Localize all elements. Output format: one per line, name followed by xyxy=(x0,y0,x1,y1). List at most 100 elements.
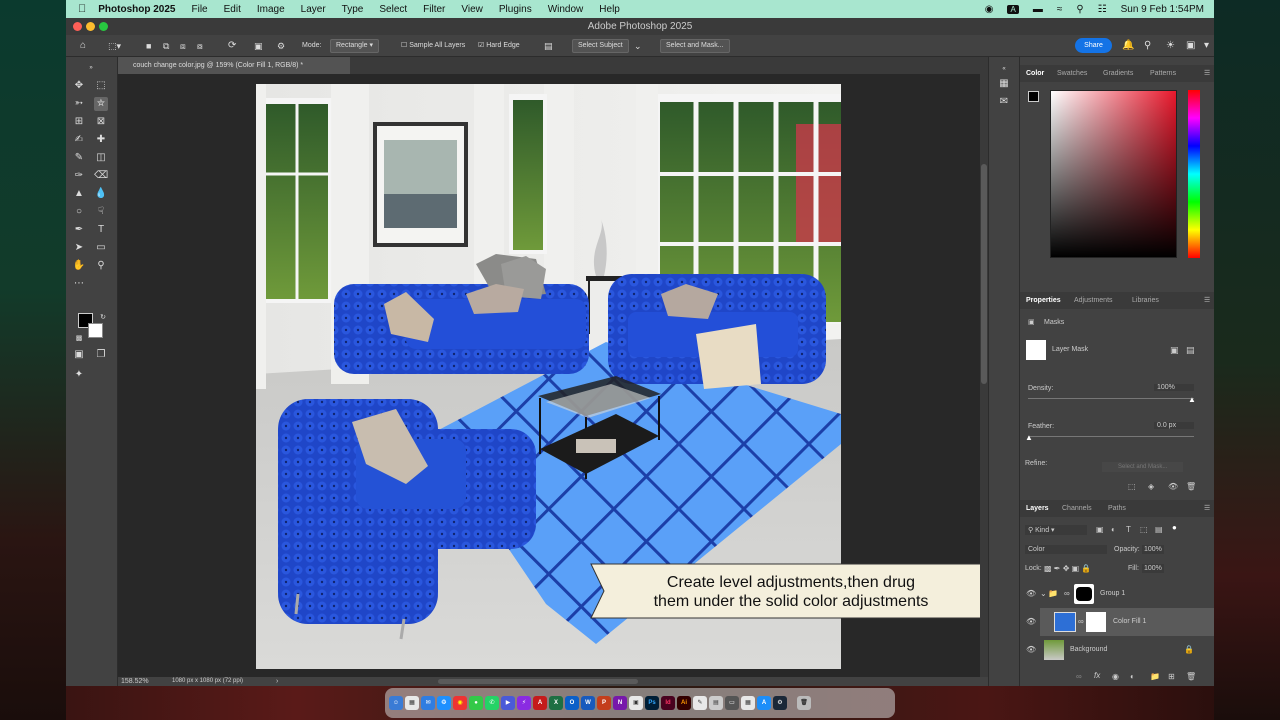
hue-slider[interactable] xyxy=(1188,90,1200,258)
calendar-icon[interactable]: ▦ xyxy=(741,696,755,710)
properties-menu-icon[interactable]: ☰ xyxy=(1204,292,1210,309)
filter-type-icon[interactable]: T xyxy=(1126,525,1131,534)
layer-row-color-fill-1[interactable]: 👁 ∞ Color Fill 1 xyxy=(1026,608,1214,636)
object-selection-tool-icon[interactable]: ✮ xyxy=(94,97,108,111)
type-tool-icon[interactable]: T xyxy=(94,223,108,237)
brush-tool-icon[interactable]: ✎ xyxy=(72,151,86,165)
panel-menu-icon[interactable]: ☰ xyxy=(1204,65,1210,82)
mail-icon[interactable]: ✉ xyxy=(421,696,435,710)
link-layers-icon[interactable]: ∞ xyxy=(1076,672,1082,681)
density-slider[interactable] xyxy=(1028,398,1194,399)
mask-link-icon[interactable]: ▤ xyxy=(1186,345,1195,356)
menu-file[interactable]: File xyxy=(192,4,208,15)
new-adjustment-layer-icon[interactable]: ◐ xyxy=(1130,672,1135,681)
tab-color[interactable]: Color xyxy=(1026,65,1044,82)
select-and-mask-button[interactable]: Select and Mask... xyxy=(660,39,730,53)
trash-icon[interactable]: 🗑 xyxy=(797,696,811,710)
menu-view[interactable]: View xyxy=(461,4,483,15)
generative-icon[interactable]: ✦ xyxy=(72,368,86,382)
smudge-tool-icon[interactable]: ☟ xyxy=(94,205,108,219)
discover-icon[interactable]: ☀ xyxy=(1166,35,1175,57)
tab-adjustments[interactable]: Adjustments xyxy=(1074,292,1113,309)
options-icon[interactable]: ▤ xyxy=(544,35,553,57)
chevron-down-icon[interactable]: ⌄ xyxy=(634,35,642,57)
color-fg-swatch[interactable] xyxy=(1028,91,1039,102)
app-store-icon[interactable]: A xyxy=(757,696,771,710)
delete-layer-icon[interactable]: 🗑 xyxy=(1186,672,1196,681)
zoom-window-button[interactable] xyxy=(99,22,108,31)
crop-tool-icon[interactable]: ⊞ xyxy=(72,115,86,129)
density-handle[interactable]: ▲ xyxy=(1188,395,1196,404)
preview-icon[interactable]: ▣ xyxy=(629,696,643,710)
finder-icon[interactable]: ☺ xyxy=(389,696,403,710)
share-button[interactable]: Share xyxy=(1075,38,1112,53)
apple-icon[interactable]:  xyxy=(78,3,86,15)
launchpad-icon[interactable]: ▦ xyxy=(405,696,419,710)
hand-tool-icon[interactable]: ✋ xyxy=(72,259,86,273)
messages-icon[interactable]: ● xyxy=(469,696,483,710)
filter-smart-object-icon[interactable]: ▤ xyxy=(1155,525,1163,534)
vertical-scrollbar[interactable] xyxy=(980,74,988,677)
document-size-info[interactable]: 1080 px x 1080 px (72 ppi) xyxy=(172,677,243,686)
more-icon[interactable]: ▾ xyxy=(1204,35,1209,57)
word-icon[interactable]: W xyxy=(581,696,595,710)
zoom-app-icon[interactable]: ▶ xyxy=(501,696,515,710)
menu-image[interactable]: Image xyxy=(257,4,285,15)
swap-colors-icon[interactable]: ↻ xyxy=(96,311,110,325)
layers-menu-icon[interactable]: ☰ xyxy=(1204,500,1210,517)
blur-tool-icon[interactable]: 💧 xyxy=(94,187,108,201)
eraser-tool-icon[interactable]: ⌫ xyxy=(94,169,108,183)
hard-edge-checkbox[interactable]: ☑ Hard Edge xyxy=(478,35,520,57)
tab-paths[interactable]: Paths xyxy=(1108,500,1126,517)
tab-layers[interactable]: Layers xyxy=(1026,500,1049,517)
clock[interactable]: Sun 9 Feb 1:54PM xyxy=(1121,4,1204,15)
feather-value[interactable]: 0.0 px xyxy=(1154,422,1194,429)
object-finder-icon[interactable]: ▣ xyxy=(254,35,263,57)
default-colors-icon[interactable]: ▩ xyxy=(72,332,86,346)
paint-bucket-tool-icon[interactable]: ▲ xyxy=(72,187,86,201)
select-subject-button[interactable]: Select Subject xyxy=(572,39,629,53)
layer-row-group-1[interactable]: 👁 ⌄ 📁 ∞ Group 1 xyxy=(1020,580,1214,608)
keyboard-input-icon[interactable]: A xyxy=(1007,4,1019,14)
tab-swatches[interactable]: Swatches xyxy=(1057,65,1087,82)
onenote-icon[interactable]: N xyxy=(613,696,627,710)
search-icon[interactable]: ⚲ xyxy=(1144,35,1151,57)
visibility-eye-icon[interactable]: 👁 xyxy=(1026,645,1036,654)
illustrator-dock-icon[interactable]: Ai xyxy=(677,696,691,710)
screen-mode-icon[interactable]: ❐ xyxy=(94,348,108,362)
screen-icon[interactable]: ▭ xyxy=(725,696,739,710)
visibility-eye-icon[interactable]: 👁 xyxy=(1026,617,1036,626)
chrome-icon[interactable]: ◉ xyxy=(453,696,467,710)
canvas-area[interactable]: Create level adjustments,then drug them … xyxy=(118,74,996,677)
comments-panel-icon[interactable]: ✉ xyxy=(997,95,1011,109)
close-window-button[interactable] xyxy=(73,22,82,31)
tab-libraries[interactable]: Libraries xyxy=(1132,292,1159,309)
menu-plugins[interactable]: Plugins xyxy=(499,4,532,15)
filter-pixel-icon[interactable]: ▣ xyxy=(1096,525,1104,534)
collapse-panels-icon[interactable]: « xyxy=(997,62,1011,76)
add-selection-icon[interactable]: ⧉ xyxy=(163,35,169,57)
powerpoint-icon[interactable]: P xyxy=(597,696,611,710)
history-brush-tool-icon[interactable]: ✑ xyxy=(72,169,86,183)
layer-row-background[interactable]: 👁 Background 🔒 xyxy=(1020,636,1214,664)
feather-handle[interactable]: ▲ xyxy=(1025,433,1033,442)
spotlight-icon[interactable]: ⚲ xyxy=(1076,4,1083,15)
app-menu[interactable]: Photoshop 2025 xyxy=(98,4,175,15)
pen-tool-icon[interactable]: ✒ xyxy=(72,223,86,237)
menu-select[interactable]: Select xyxy=(379,4,407,15)
chevron-down-icon[interactable]: ⌄ xyxy=(1040,589,1047,598)
menu-type[interactable]: Type xyxy=(342,4,364,15)
horizontal-scroll-thumb[interactable] xyxy=(438,679,638,684)
filter-adjustment-icon[interactable]: ◐ xyxy=(1111,525,1116,534)
zoom-level[interactable]: 158.52% xyxy=(121,677,149,686)
vertical-scroll-thumb[interactable] xyxy=(981,164,987,384)
tab-properties[interactable]: Properties xyxy=(1026,292,1061,309)
edit-toolbar-icon[interactable]: ⋯ xyxy=(72,277,86,291)
mask-visibility-icon[interactable]: ▣ xyxy=(1170,345,1179,356)
battery-icon[interactable]: ▬ xyxy=(1033,4,1043,15)
record-icon[interactable]: ◉ xyxy=(985,4,994,15)
files-icon[interactable]: ▤ xyxy=(709,696,723,710)
clone-stamp-tool-icon[interactable]: ◫ xyxy=(94,151,108,165)
zoom-tool-icon[interactable]: ⚲ xyxy=(94,259,108,273)
whatsapp-icon[interactable]: ✆ xyxy=(485,696,499,710)
